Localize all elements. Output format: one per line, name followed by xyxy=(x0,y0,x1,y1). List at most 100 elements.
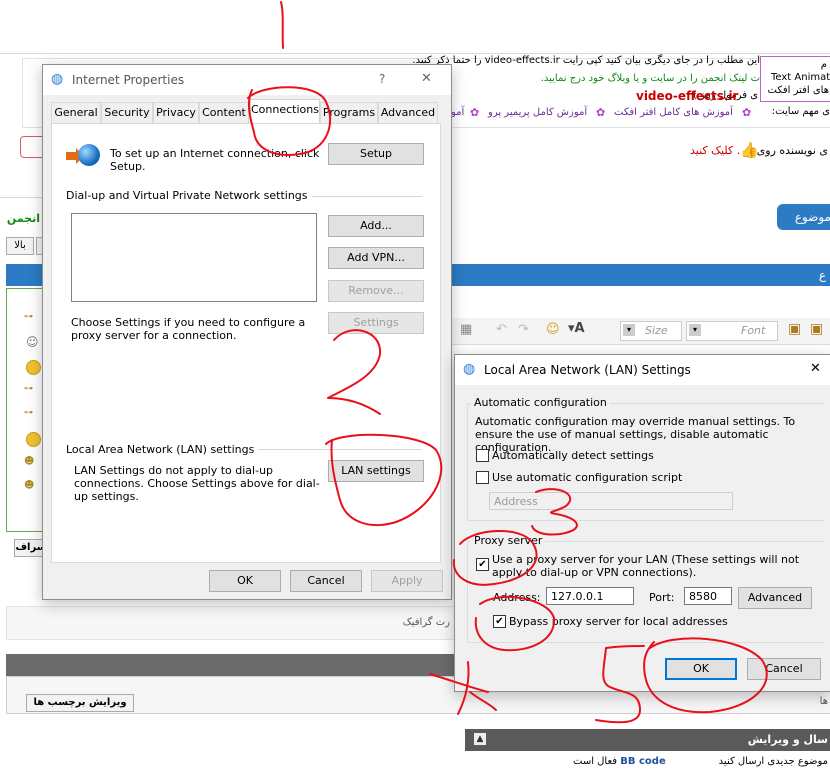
font-placeholder: Font xyxy=(741,324,766,337)
use-proxy-checkbox[interactable]: ✔ xyxy=(476,558,489,571)
close-icon[interactable]: ✕ xyxy=(421,71,432,86)
port-input[interactable]: 8580 xyxy=(684,587,732,605)
link-more[interactable]: آمو xyxy=(451,107,464,118)
anjoman-label: انجمن xyxy=(6,212,40,225)
close-icon[interactable]: ✕ xyxy=(810,361,821,376)
auto-detect-checkbox[interactable] xyxy=(476,449,489,462)
smiley-insert-icon[interactable]: ☺ xyxy=(546,322,560,337)
settings-button[interactable]: Settings xyxy=(328,312,424,334)
editor-toolbar: ▦ ↶ ↷ ☺ ▾A ▾ Size ▾ Font ▣ ▣ xyxy=(450,318,830,345)
tab-security[interactable]: Security xyxy=(101,102,153,123)
new-topic-button[interactable]: موضوع xyxy=(777,204,830,230)
auto-config-title: Automatic configuration xyxy=(471,396,610,409)
smiley-icon[interactable] xyxy=(26,432,41,447)
face-emoticon-icon[interactable]: ☺ xyxy=(26,335,39,349)
flower-icon: ✿ xyxy=(596,106,606,119)
paste-icon[interactable]: ▣ xyxy=(788,321,801,337)
small-emoticon-icon[interactable]: ⊶ xyxy=(24,384,33,394)
edit-tags-button[interactable]: ویرایش برچسب ها xyxy=(26,694,134,712)
cancel-button[interactable]: Cancel xyxy=(290,570,362,592)
lan-dialog-title: Local Area Network (LAN) Settings xyxy=(484,363,691,377)
thumbs-up-icon[interactable]: 👍 xyxy=(740,141,759,159)
bypass-checkbox[interactable]: ✔ xyxy=(493,615,506,628)
bbcode-active-text: فعال است xyxy=(573,756,618,767)
forum-line-1: این مطلب را در جای دیگری بیان کنید کپی ر… xyxy=(412,55,760,66)
undo-icon[interactable]: ↶ xyxy=(496,322,507,337)
send-edit-header: سال و ویرایش xyxy=(747,733,828,746)
chevron-down-icon: ▾ xyxy=(623,324,635,336)
font-select[interactable]: ▾ Font xyxy=(686,321,778,341)
tooltip-line-3: های افتر افکت xyxy=(767,85,830,96)
bbcode-label[interactable]: BB code xyxy=(620,756,665,767)
setup-text: To set up an Internet connection, click … xyxy=(110,147,320,173)
setup-button[interactable]: Setup xyxy=(328,143,424,165)
annotation-number-1 xyxy=(280,1,284,49)
add-button[interactable]: Add... xyxy=(328,215,424,237)
internet-properties-dialog: ◍ Internet Properties ? ✕ General Securi… xyxy=(42,64,452,600)
proxy-address-label: Address: xyxy=(493,591,541,604)
proxy-address-input[interactable]: 127.0.0.1 xyxy=(546,587,634,605)
tab-general[interactable]: General xyxy=(51,102,101,123)
right-header: ع xyxy=(818,268,826,282)
bbcode-status: فعال است BB code xyxy=(573,756,666,767)
flower-icon: ✿ xyxy=(470,106,480,119)
new-topic-send-text: موضوع جدیدی ارسال کنید xyxy=(718,756,828,767)
size-placeholder: Size xyxy=(645,324,668,337)
tooltip-box: م Text Animat های افتر افکت xyxy=(760,56,830,102)
port-label: Port: xyxy=(649,591,675,604)
forum-line-4: ی مهم سایت: xyxy=(771,106,830,117)
brand-link[interactable]: video-effects.ir xyxy=(636,89,738,103)
right-blue-bar xyxy=(450,264,830,286)
remove-button[interactable]: Remove... xyxy=(328,280,424,302)
auto-script-checkbox[interactable] xyxy=(476,471,489,484)
add-vpn-button[interactable]: Add VPN... xyxy=(328,247,424,269)
dialog-title: Internet Properties xyxy=(72,73,185,87)
small-emoticon-icon[interactable]: ☻ xyxy=(24,456,34,467)
advanced-button[interactable]: Advanced xyxy=(738,587,812,609)
tab-advanced[interactable]: Advanced xyxy=(378,102,438,123)
tab-connections[interactable]: Connections xyxy=(250,99,320,124)
lan-settings-button[interactable]: LAN settings xyxy=(328,460,424,482)
smiley-icon[interactable] xyxy=(26,360,41,375)
author-line: ی نویسنده روی xyxy=(756,144,828,157)
lan-cancel-button[interactable]: Cancel xyxy=(747,658,821,680)
flower-icon: ✿ xyxy=(742,106,752,119)
link-after-effects[interactable]: آموزش های کامل افتر افکت xyxy=(614,107,733,118)
proxy-settings-text: Choose Settings if you need to configure… xyxy=(71,316,306,342)
use-proxy-label: Use a proxy server for your LAN (These s… xyxy=(492,553,800,579)
table-icon[interactable]: ▦ xyxy=(460,322,472,337)
text-color-icon[interactable]: ▾A xyxy=(568,321,585,336)
left-divider xyxy=(0,197,45,198)
auto-script-address-input[interactable]: Address xyxy=(489,492,733,510)
link-premiere[interactable]: آموزش کامل پریمیر پرو xyxy=(488,107,587,118)
small-emoticon-icon[interactable]: ☻ xyxy=(24,480,34,491)
proxy-server-title: Proxy server xyxy=(471,534,546,547)
click-text: کلیک کنید . xyxy=(690,144,741,157)
tab-content[interactable]: Content xyxy=(199,102,249,123)
lan-settings-dialog: ◍ Local Area Network (LAN) Settings ✕ Au… xyxy=(454,354,830,692)
redo-icon[interactable]: ↷ xyxy=(518,322,529,337)
title-bar: ◍ Internet Properties ? ✕ xyxy=(43,65,451,95)
tab-programs[interactable]: Programs xyxy=(320,102,378,123)
size-select[interactable]: ▾ Size xyxy=(620,321,682,341)
small-emoticon-icon[interactable]: ⊶ xyxy=(24,408,33,418)
tab-privacy[interactable]: Privacy xyxy=(153,102,199,123)
lan-ok-button[interactable]: OK xyxy=(665,658,737,680)
auto-detect-label: Automatically detect settings xyxy=(492,449,654,462)
tooltip-line-1: م xyxy=(820,59,827,70)
chevron-down-icon: ▾ xyxy=(689,324,701,336)
forum-line-2: ت لینک انجمن را در سایت و یا وبلاگ خود د… xyxy=(540,73,760,84)
paste-text-icon[interactable]: ▣ xyxy=(810,321,823,337)
apply-button[interactable]: Apply xyxy=(371,570,443,592)
side-text: ها xyxy=(819,696,828,707)
graphic-text: رت گرافیک xyxy=(402,617,450,628)
help-button[interactable]: ? xyxy=(379,72,385,86)
bypass-label: Bypass proxy server for local addresses xyxy=(509,615,728,628)
tooltip-line-2: Text Animat xyxy=(771,72,830,83)
collapse-icon[interactable]: ▲ xyxy=(474,733,486,745)
ok-button[interactable]: OK xyxy=(209,570,281,592)
top-button[interactable]: بالا xyxy=(6,237,34,255)
small-emoticon-icon[interactable]: ⊶ xyxy=(24,312,33,322)
address-placeholder: Address xyxy=(494,495,538,508)
connections-listbox[interactable] xyxy=(71,213,317,302)
